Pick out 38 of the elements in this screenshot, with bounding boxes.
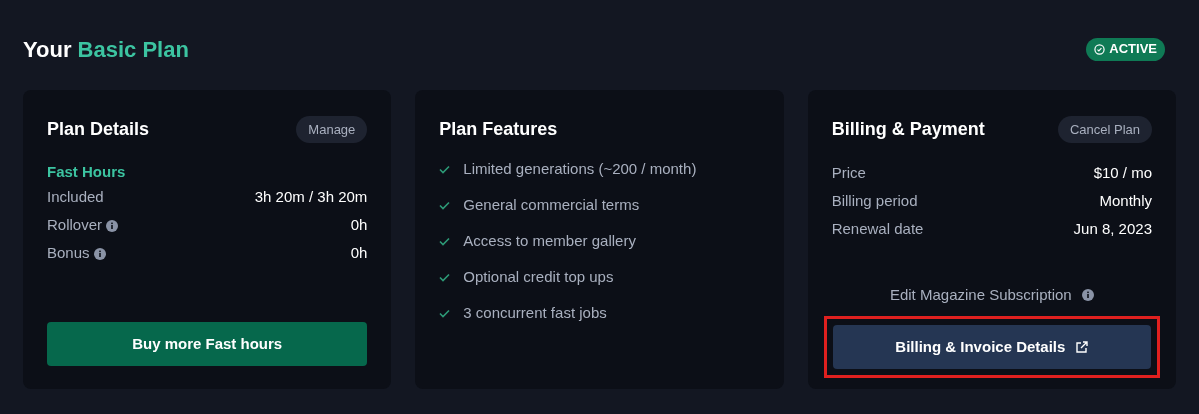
info-icon <box>106 219 119 232</box>
row-label: Price <box>831 162 866 183</box>
cancel-plan-button[interactable]: Cancel Plan <box>1057 116 1152 143</box>
row-value: Jun 8, 2023 <box>1073 218 1152 239</box>
edit-subscription-link[interactable]: Edit Magazine Subscription <box>889 283 1072 306</box>
buy-hours-button[interactable]: Buy more Fast hours <box>47 322 368 366</box>
row-value: Monthly <box>1099 190 1152 211</box>
external-link-icon <box>1075 340 1089 354</box>
row-label: Bonus <box>47 243 90 264</box>
row-label: Rollover <box>47 215 103 236</box>
row-value: $10 / mo <box>1093 162 1152 183</box>
page-title: Your Basic Plan <box>23 35 189 64</box>
row-value: 0h <box>350 215 368 236</box>
card-title: Billing & Payment <box>831 118 985 141</box>
status-badge: ACTIVE <box>1086 37 1165 61</box>
check-icon <box>439 200 451 210</box>
info-icon <box>1081 288 1094 301</box>
row-value: 3h 20m / 3h 20m <box>254 187 368 208</box>
row-value: 0h <box>350 243 368 264</box>
manage-button[interactable]: Manage <box>296 116 368 143</box>
feature-text: General commercial terms <box>463 194 640 215</box>
section-label: Fast Hours <box>47 162 127 182</box>
check-circle-icon <box>1094 43 1106 55</box>
row-label: Renewal date <box>831 218 924 239</box>
billing-details-button[interactable]: Billing & Invoice Details <box>832 325 1151 369</box>
feature-text: 3 concurrent fast jobs <box>463 302 607 323</box>
check-icon <box>439 236 451 246</box>
feature-text: Optional credit top ups <box>463 266 614 287</box>
check-icon <box>439 308 451 318</box>
feature-text: Access to member gallery <box>463 230 636 251</box>
card-title: Plan Details <box>47 118 150 141</box>
info-icon <box>93 247 106 260</box>
row-label: Billing period <box>831 190 918 211</box>
row-label: Included <box>47 187 104 208</box>
card-title: Plan Features <box>439 118 559 141</box>
check-icon <box>439 272 451 282</box>
feature-text: Limited generations (~200 / month) <box>463 158 697 179</box>
check-icon <box>439 164 451 174</box>
